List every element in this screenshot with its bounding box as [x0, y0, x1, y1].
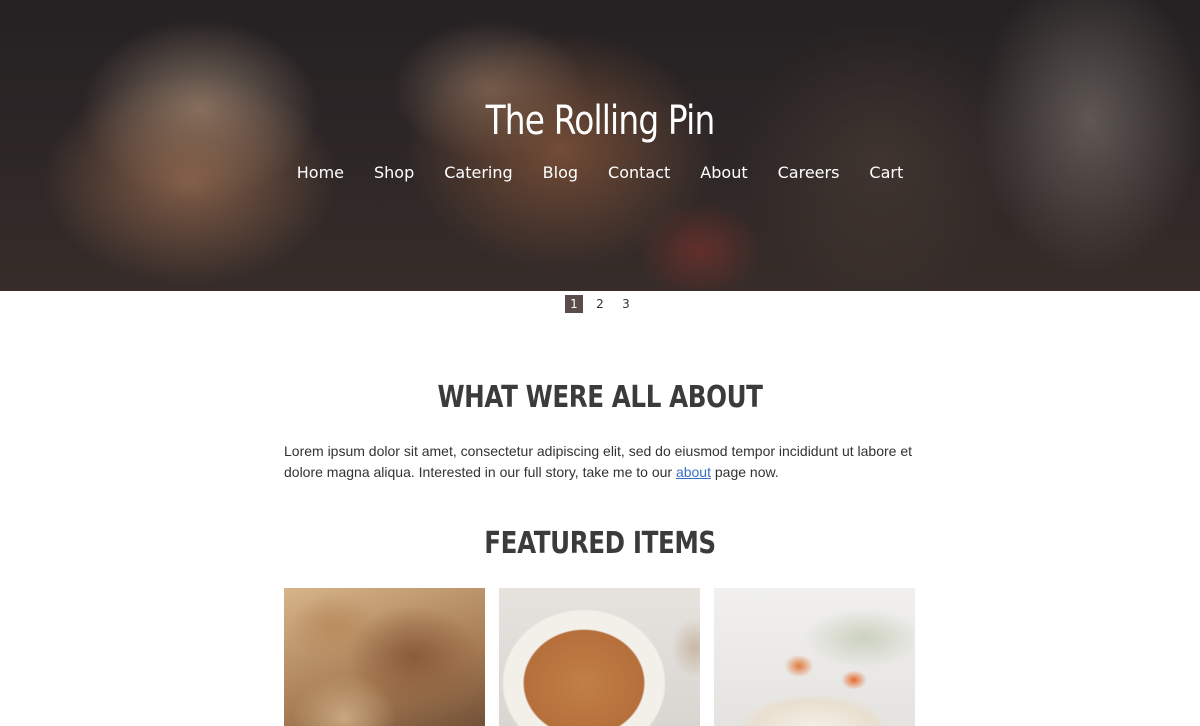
nav-contact[interactable]: Contact [608, 162, 670, 184]
featured-heading: FEATURED ITEMS [484, 526, 716, 561]
main-content: WHAT WERE ALL ABOUT Lorem ipsum dolor si… [284, 380, 916, 561]
site-title[interactable]: The Rolling Pin [108, 98, 1092, 144]
nav-home[interactable]: Home [297, 162, 344, 184]
about-link[interactable]: about [676, 464, 711, 480]
nav-catering[interactable]: Catering [444, 162, 512, 184]
nav-about[interactable]: About [700, 162, 747, 184]
hero-overlay [0, 0, 1200, 291]
featured-item-tart-image[interactable] [714, 588, 915, 726]
nav-blog[interactable]: Blog [543, 162, 578, 184]
slider-page-3[interactable]: 3 [617, 295, 635, 313]
about-text-lead: Lorem ipsum dolor sit amet, consectetur … [284, 443, 912, 480]
main-nav: Home Shop Catering Blog Contact About Ca… [0, 162, 1200, 184]
nav-shop[interactable]: Shop [374, 162, 414, 184]
hero-banner: The Rolling Pin Home Shop Catering Blog … [0, 0, 1200, 291]
slider-pager: 1 2 3 [0, 295, 1200, 313]
about-paragraph: Lorem ipsum dolor sit amet, consectetur … [284, 441, 916, 482]
nav-careers[interactable]: Careers [778, 162, 840, 184]
nav-cart[interactable]: Cart [869, 162, 903, 184]
about-heading: WHAT WERE ALL ABOUT [437, 380, 763, 415]
slider-page-2[interactable]: 2 [591, 295, 609, 313]
featured-item-bread-image[interactable] [284, 588, 485, 726]
featured-items [284, 588, 915, 726]
about-text-tail: page now. [711, 463, 779, 480]
slider-page-1[interactable]: 1 [565, 295, 583, 313]
featured-item-pie-image[interactable] [499, 588, 700, 726]
